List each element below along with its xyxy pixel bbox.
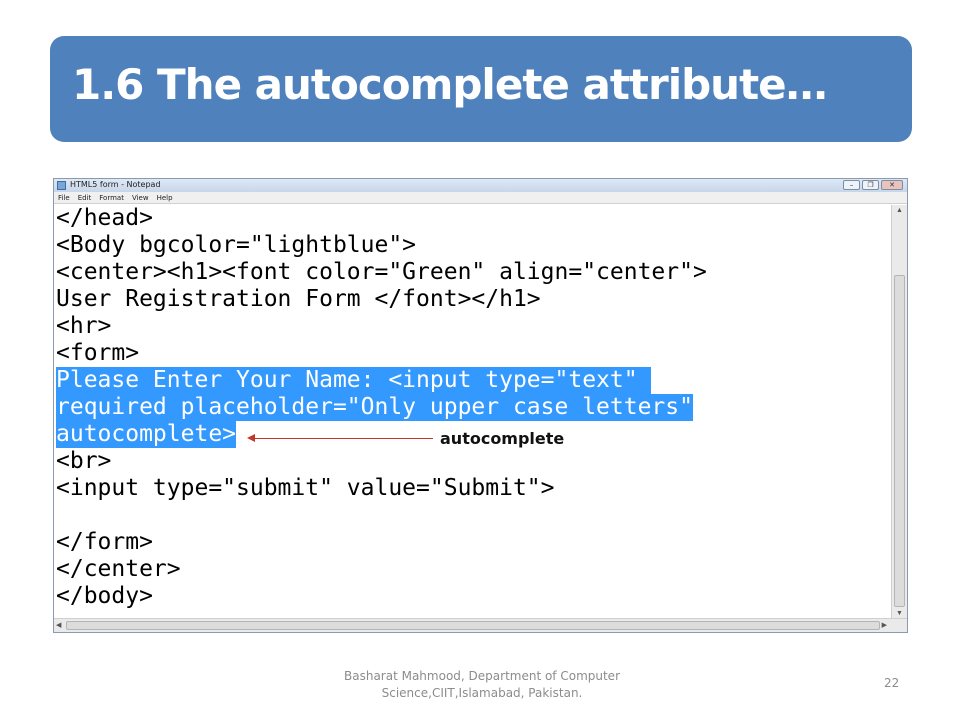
code-line: <hr>	[56, 313, 112, 339]
menu-edit[interactable]: Edit	[78, 192, 92, 203]
code-line: <center><h1><font color="Green" align="c…	[56, 259, 707, 285]
menu-format[interactable]: Format	[99, 192, 124, 203]
code-line: </body>	[56, 583, 153, 609]
window-title: HTML5 form - Notepad	[70, 180, 161, 189]
horizontal-scrollbar[interactable]: ◀ ▶	[54, 618, 907, 632]
text-editor-area[interactable]: </head> <Body bgcolor="lightblue"> <center…	[54, 205, 890, 619]
scroll-up-icon[interactable]: ▲	[896, 207, 903, 214]
code-line: required placeholder="Only upper case le…	[56, 394, 693, 421]
horizontal-scroll-thumb[interactable]	[66, 621, 880, 630]
notepad-icon	[57, 181, 66, 190]
menu-bar: File Edit Format View Help	[54, 192, 907, 204]
menu-file[interactable]: File	[58, 192, 70, 203]
slide-footer: Basharat Mahmood, Department of Computer…	[344, 669, 620, 700]
scroll-down-icon[interactable]: ▼	[896, 610, 903, 617]
annotation-arrow-line	[253, 438, 433, 439]
window-controls: – ❐ ✕	[843, 180, 903, 190]
slide-title-bar: 1.6 The autocomplete attribute…	[50, 36, 912, 142]
code-line: User Registration Form </font></h1>	[56, 286, 541, 312]
slide-title: 1.6 The autocomplete attribute…	[72, 60, 828, 109]
code-line: autocomplete>	[56, 421, 237, 448]
maximize-button[interactable]: ❐	[862, 180, 879, 190]
code-line: <Body bgcolor="lightblue">	[56, 232, 417, 258]
code-line: <br>	[56, 448, 112, 474]
close-button[interactable]: ✕	[881, 180, 903, 190]
code-line: Please Enter Your Name: <input type="tex…	[56, 367, 652, 394]
scroll-right-icon[interactable]: ▶	[882, 621, 887, 629]
scroll-left-icon[interactable]: ◀	[56, 621, 61, 629]
vertical-scrollbar[interactable]: ▲ ▼	[891, 205, 907, 619]
code-line: </center>	[56, 556, 181, 582]
page-number: 22	[884, 676, 900, 690]
window-titlebar: HTML5 form - Notepad – ❐ ✕	[54, 179, 907, 192]
code-line: <input type="submit" value="Submit">	[56, 475, 555, 501]
code-line: <form>	[56, 340, 140, 366]
vertical-scroll-thumb[interactable]	[894, 275, 905, 607]
menu-help[interactable]: Help	[157, 192, 173, 203]
minimize-button[interactable]: –	[843, 180, 860, 190]
menu-view[interactable]: View	[132, 192, 149, 203]
notepad-screenshot: HTML5 form - Notepad – ❐ ✕ File Edit For…	[53, 178, 908, 633]
annotation-label: autocomplete	[440, 429, 565, 448]
code-line: </form>	[56, 529, 153, 555]
code-line: </head>	[56, 205, 153, 231]
